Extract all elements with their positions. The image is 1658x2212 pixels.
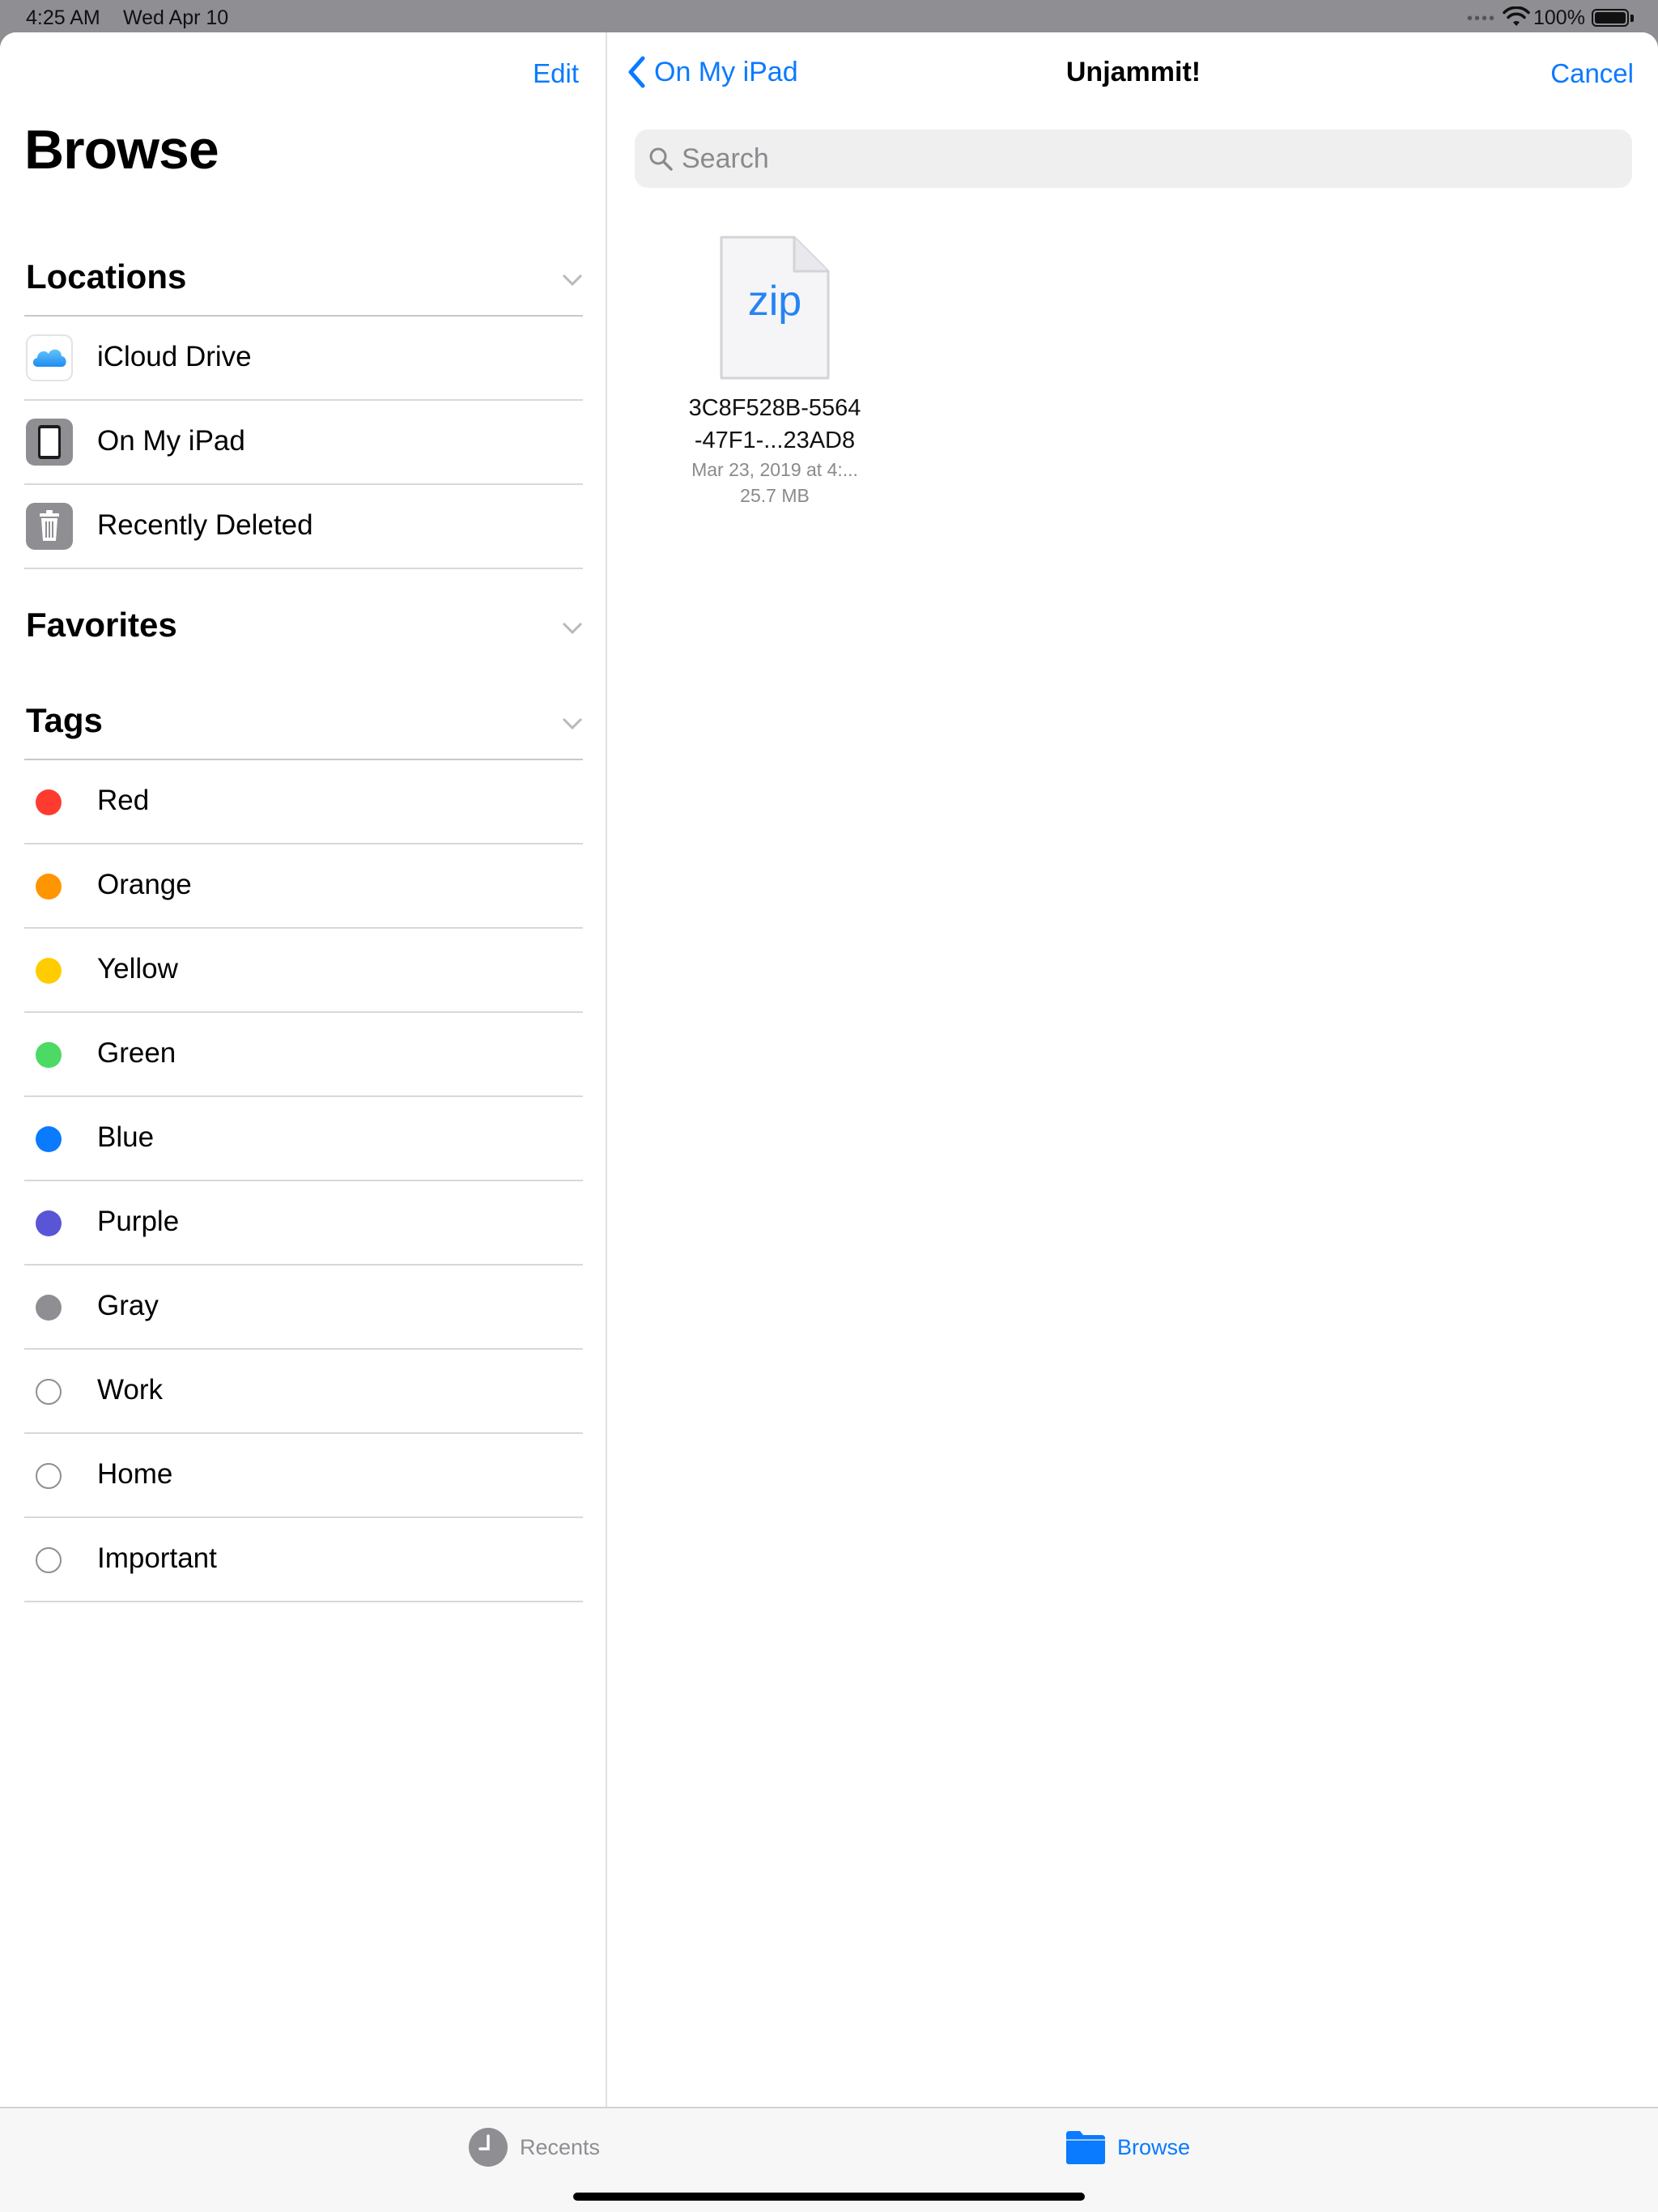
status-time: 4:25 AM [26, 6, 100, 29]
tag-label: Gray [97, 1290, 159, 1321]
tag-item-work[interactable]: Work [24, 1350, 583, 1434]
folder-icon [1066, 2131, 1105, 2164]
tag-color-dot-icon [36, 1210, 62, 1236]
folder-content-pane: On My iPad Unjammit! Cancel zip 3C8F528B… [609, 32, 1658, 2107]
folder-title: Unjammit! [1065, 57, 1201, 87]
tag-item-gray[interactable]: Gray [24, 1266, 583, 1350]
status-bar: 4:25 AM Wed Apr 10 •••• 100% [0, 0, 1658, 32]
file-item[interactable]: zip 3C8F528B-5564 -47F1-...23AD8 Mar 23,… [674, 235, 876, 508]
tag-label: Important [97, 1542, 217, 1574]
tag-color-dot-icon [36, 1126, 62, 1152]
tag-label: Green [97, 1037, 176, 1069]
multitasking-dots-icon: •••• [1467, 10, 1497, 28]
clock-icon [469, 2128, 508, 2167]
zip-file-icon: zip [719, 235, 831, 381]
home-indicator[interactable] [573, 2193, 1085, 2201]
battery-icon [1592, 9, 1629, 27]
locations-header[interactable]: Locations [26, 257, 186, 296]
tags-header[interactable]: Tags [26, 701, 103, 740]
file-extension-label: zip [747, 278, 802, 325]
tag-label: Orange [97, 869, 192, 900]
wifi-icon [1503, 6, 1530, 26]
tag-label: Work [97, 1374, 164, 1406]
chevron-down-icon[interactable] [562, 713, 583, 734]
status-date: Wed Apr 10 [123, 6, 229, 29]
tab-browse-label: Browse [1117, 2134, 1191, 2159]
tag-color-dot-icon [36, 958, 62, 984]
icloud-icon [26, 334, 73, 381]
sidebar: Edit Browse Locations iCloud Drive On My… [0, 32, 607, 2107]
search-icon [649, 147, 673, 171]
tag-label: Yellow [97, 953, 178, 985]
sidebar-item-recently-deleted[interactable]: Recently Deleted [24, 485, 583, 569]
file-picker-sheet: Edit Browse Locations iCloud Drive On My… [0, 32, 1658, 2212]
tag-empty-circle-icon [36, 1379, 62, 1405]
tab-recents-label: Recents [520, 2134, 601, 2159]
tag-color-dot-icon [36, 789, 62, 815]
sidebar-item-label: iCloud Drive [97, 341, 252, 372]
search-bar[interactable] [635, 130, 1632, 188]
battery-percent: 100% [1533, 6, 1585, 29]
sidebar-item-on-my-ipad[interactable]: On My iPad [24, 401, 583, 485]
cancel-button[interactable]: Cancel [1550, 58, 1634, 89]
tag-item-blue[interactable]: Blue [24, 1097, 583, 1181]
sidebar-item-icloud-drive[interactable]: iCloud Drive [24, 317, 583, 401]
tag-label: Red [97, 785, 150, 816]
file-name-line-2: -47F1-...23AD8 [694, 428, 856, 453]
tag-label: Blue [97, 1121, 155, 1153]
tag-color-dot-icon [36, 1042, 62, 1068]
tag-empty-circle-icon [36, 1547, 62, 1573]
tag-label: Home [97, 1458, 173, 1490]
tag-label: Purple [97, 1206, 180, 1237]
sidebar-item-label: On My iPad [97, 425, 245, 457]
tag-item-red[interactable]: Red [24, 760, 583, 844]
file-size: 25.7 MB [740, 485, 810, 506]
tag-item-home[interactable]: Home [24, 1434, 583, 1518]
sidebar-item-label: Recently Deleted [97, 509, 313, 541]
tag-item-orange[interactable]: Orange [24, 844, 583, 929]
tag-item-purple[interactable]: Purple [24, 1181, 583, 1266]
file-name-line-1: 3C8F528B-5564 [688, 395, 861, 421]
search-input[interactable] [682, 130, 1621, 188]
tag-color-dot-icon [36, 1295, 62, 1321]
trash-icon [26, 503, 73, 550]
chevron-down-icon[interactable] [562, 269, 583, 290]
tag-empty-circle-icon [36, 1463, 62, 1489]
tab-recents[interactable]: Recents [468, 2126, 600, 2168]
tag-item-green[interactable]: Green [24, 1013, 583, 1097]
battery-cap [1630, 15, 1634, 22]
tab-browse[interactable]: Browse [1065, 2126, 1190, 2168]
favorites-header[interactable]: Favorites [26, 606, 177, 644]
page-title: Browse [24, 119, 219, 181]
edit-button[interactable]: Edit [533, 58, 579, 89]
file-date: Mar 23, 2019 at 4:... [691, 459, 858, 480]
tag-item-yellow[interactable]: Yellow [24, 929, 583, 1013]
tag-color-dot-icon [36, 874, 62, 900]
ipad-icon [26, 419, 73, 466]
chevron-down-icon[interactable] [562, 617, 583, 638]
tag-item-important[interactable]: Important [24, 1518, 583, 1602]
